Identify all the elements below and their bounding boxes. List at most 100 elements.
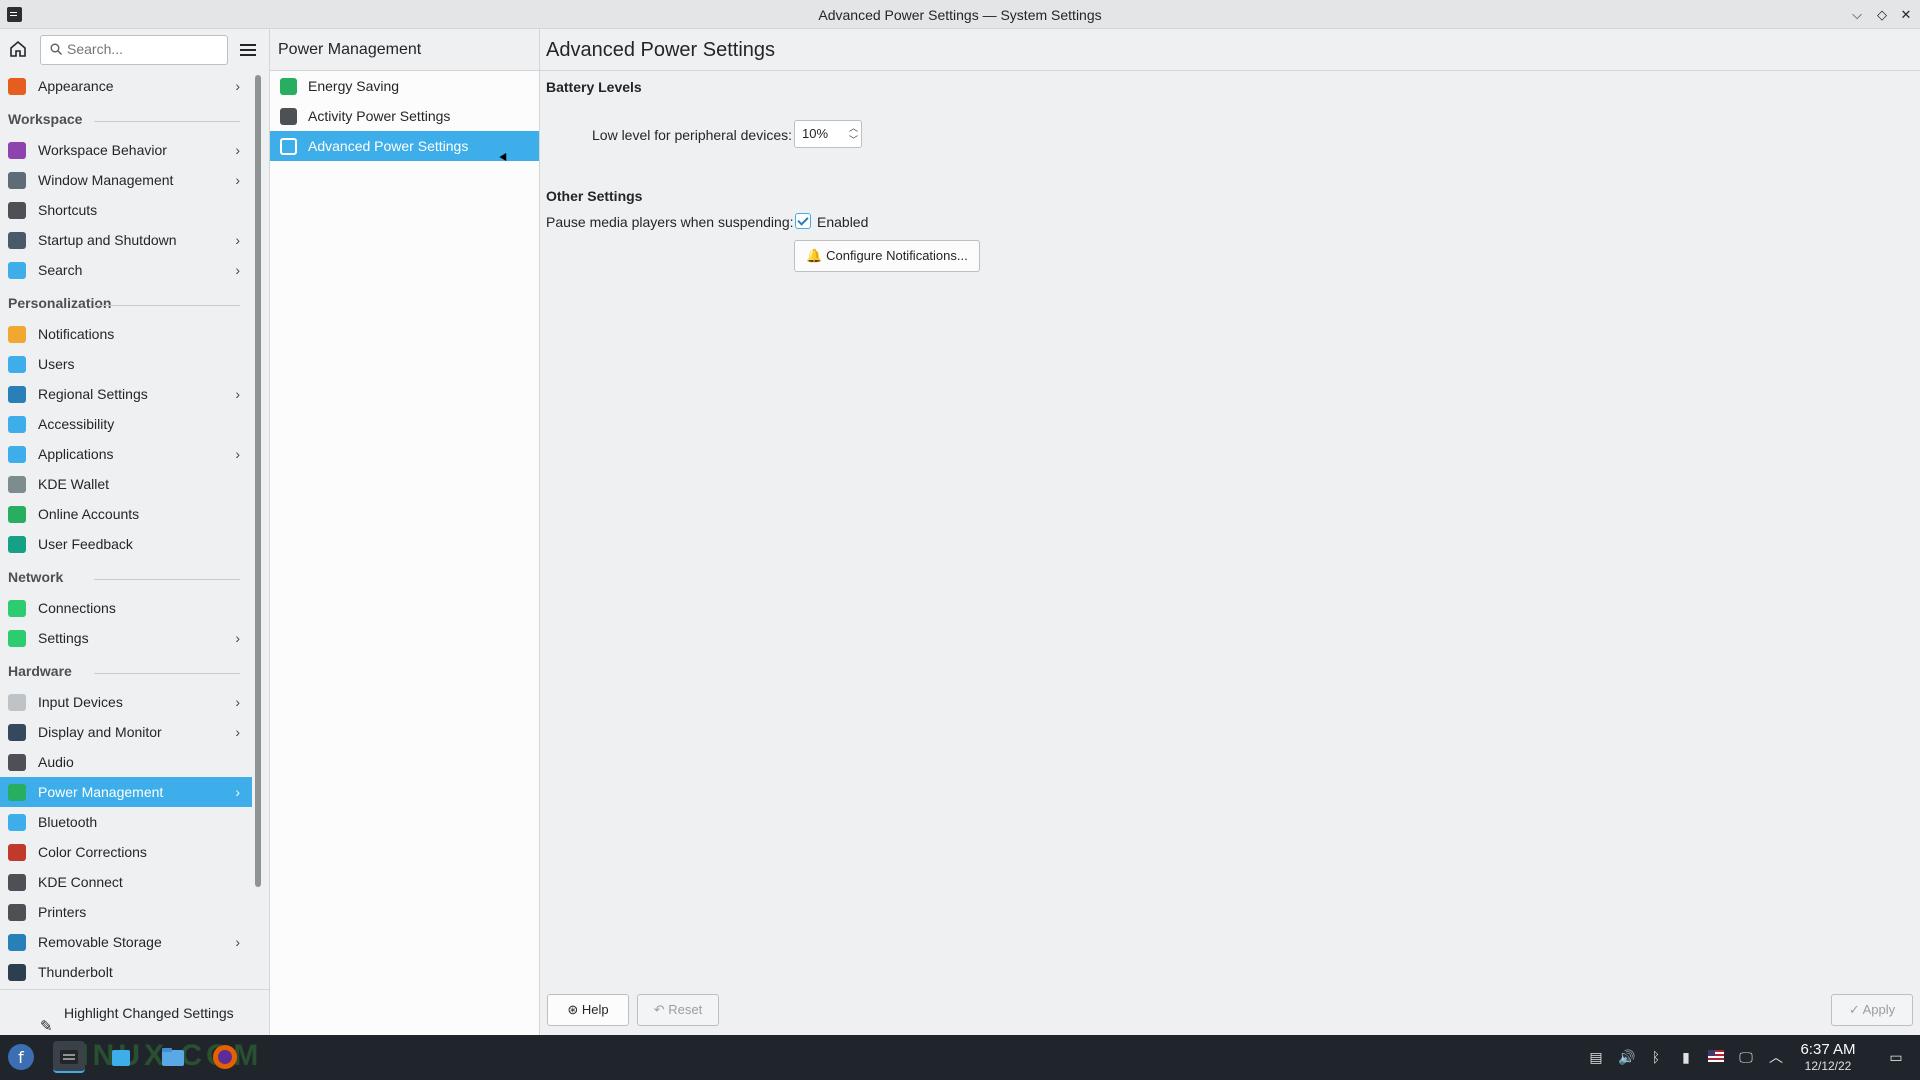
peripheral-low-level-spinbox[interactable]: 10% ︿ ﹀: [794, 120, 862, 148]
sidebar-scrollbar[interactable]: [255, 75, 261, 887]
file-manager-task[interactable]: [157, 1041, 189, 1073]
peripheral-low-level-label: Low level for peripheral devices:: [592, 127, 792, 143]
sidebar-item-label: Input Devices: [38, 694, 123, 710]
discover-task[interactable]: [105, 1041, 137, 1073]
keyboard-layout-flag-icon[interactable]: [1708, 1049, 1724, 1065]
sidebar-item-settings[interactable]: Settings ›: [0, 623, 252, 653]
sidebar-item-appearance[interactable]: Appearance ›: [0, 71, 252, 101]
clock-time[interactable]: 6:37 AM: [1790, 1041, 1866, 1058]
chevron-right-icon: ›: [235, 262, 240, 278]
highlight-changed-settings-button[interactable]: ✎ Highlight Changed Settings: [0, 989, 270, 1035]
monitor-icon: [8, 724, 26, 741]
sidebar-item-color-corrections[interactable]: Color Corrections: [0, 837, 252, 867]
apply-button[interactable]: ✓ Apply: [1831, 994, 1913, 1026]
applications-icon: [8, 446, 26, 463]
battery-levels-heading: Battery Levels: [546, 79, 642, 95]
sidebar-item-label: Bluetooth: [38, 814, 98, 830]
sidebar-item-window-management[interactable]: Window Management ›: [0, 165, 252, 195]
sidebar-item-label: Printers: [38, 904, 87, 920]
activity-icon: [280, 108, 297, 125]
other-settings-heading: Other Settings: [546, 188, 643, 204]
search-field[interactable]: [40, 35, 228, 65]
sidebar-item-printers[interactable]: Printers: [0, 897, 252, 927]
hamburger-menu-button[interactable]: [238, 41, 258, 59]
tray-expand-icon[interactable]: ︿: [1768, 1049, 1784, 1065]
subcategory-label: Energy Saving: [308, 78, 400, 94]
taskbar: f LINUX COM ▤ 🔊 ᛒ ▮ 🖵 ︿ 6:37 AM 12/12/22…: [0, 1035, 1920, 1080]
close-button[interactable]: ✕: [1895, 4, 1917, 26]
spin-arrows[interactable]: ︿ ﹀: [849, 122, 858, 146]
sidebar-item-input-devices[interactable]: Input Devices ›: [0, 687, 252, 717]
reset-button[interactable]: ↶ Reset: [637, 994, 719, 1026]
subcategory-pane: Power Management Energy Saving Activity P…: [270, 29, 540, 1035]
list-icon: [280, 138, 297, 155]
chevron-right-icon: ›: [235, 784, 240, 800]
subcategory-label: Activity Power Settings: [308, 108, 451, 124]
battery-icon[interactable]: ▮: [1678, 1049, 1694, 1065]
sidebar-item-label: Notifications: [38, 326, 115, 342]
sidebar-item-power-management[interactable]: Power Management ›: [0, 777, 252, 807]
clipboard-icon[interactable]: ▤: [1588, 1049, 1604, 1065]
sidebar-item-audio[interactable]: Audio: [0, 747, 252, 777]
pause-media-label: Pause media players when suspending:: [546, 214, 794, 230]
sidebar-item-label: Search: [38, 262, 83, 278]
settings-app-icon: [60, 1050, 78, 1064]
sidebar-item-connections[interactable]: Connections: [0, 593, 252, 623]
subcategory-list: Energy Saving Activity Power Settings Adva…: [270, 71, 539, 161]
spin-up-icon[interactable]: ︿: [849, 122, 858, 134]
subcategory-energy-saving[interactable]: Energy Saving: [270, 71, 539, 101]
minimize-button[interactable]: ⌵: [1846, 4, 1868, 26]
network-icon[interactable]: 🖵: [1738, 1049, 1754, 1065]
fedora-launcher-button[interactable]: f: [5, 1041, 37, 1073]
subcategory-activity-power-settings[interactable]: Activity Power Settings: [270, 101, 539, 131]
spin-down-icon[interactable]: ﹀: [849, 134, 858, 146]
sidebar-item-label: Regional Settings: [38, 386, 148, 402]
chevron-right-icon: ›: [235, 694, 240, 710]
highlight-changed-settings-label: Highlight Changed Settings: [64, 1005, 234, 1021]
configure-notifications-button[interactable]: 🔔 Configure Notifications...: [794, 240, 980, 272]
sidebar-item-workspace-behavior[interactable]: Workspace Behavior ›: [0, 135, 252, 165]
clock-date[interactable]: 12/12/22: [1790, 1059, 1866, 1073]
sidebar-item-label: Applications: [38, 446, 114, 462]
sidebar-item-display-and-monitor[interactable]: Display and Monitor ›: [0, 717, 252, 747]
sidebar-item-removable-storage[interactable]: Removable Storage ›: [0, 927, 252, 957]
volume-icon[interactable]: 🔊: [1618, 1049, 1635, 1065]
sidebar-item-search[interactable]: Search ›: [0, 255, 252, 285]
chevron-down-icon: ⌵: [1852, 7, 1862, 22]
sidebar-item-user-feedback[interactable]: User Feedback: [0, 529, 252, 559]
bluetooth-icon[interactable]: ᛒ: [1648, 1049, 1664, 1065]
system-settings-task[interactable]: [53, 1041, 85, 1073]
mouse-icon: [8, 694, 26, 711]
sidebar-item-label: Online Accounts: [38, 506, 140, 522]
firefox-task[interactable]: [209, 1041, 241, 1073]
maximize-button[interactable]: ◇: [1871, 4, 1893, 26]
page-title: Advanced Power Settings: [540, 29, 1920, 71]
chevron-right-icon: ›: [235, 934, 240, 950]
sidebar-item-kde-wallet[interactable]: KDE Wallet: [0, 469, 252, 499]
svg-text:f: f: [18, 1048, 24, 1067]
pause-media-enabled-label[interactable]: Enabled: [817, 214, 868, 230]
sidebar-item-users[interactable]: Users: [0, 349, 252, 379]
regional-icon: [8, 386, 26, 403]
help-button[interactable]: ⊛ Help: [547, 994, 629, 1026]
sidebar-item-bluetooth[interactable]: Bluetooth: [0, 807, 252, 837]
sidebar-item-online-accounts[interactable]: Online Accounts: [0, 499, 252, 529]
subcategory-title: Power Management: [270, 29, 539, 71]
sidebar-item-kde-connect[interactable]: KDE Connect: [0, 867, 252, 897]
sidebar-item-regional-settings[interactable]: Regional Settings ›: [0, 379, 252, 409]
sidebar-item-label: KDE Connect: [38, 874, 123, 890]
category-list: Appearance › Workspace Workspace Behavior › W…: [0, 71, 252, 1016]
help-icon: ⊛: [567, 1002, 579, 1017]
sidebar-item-applications[interactable]: Applications ›: [0, 439, 252, 469]
sidebar-item-shortcuts[interactable]: Shortcuts: [0, 195, 252, 225]
sidebar-item-notifications[interactable]: Notifications: [0, 319, 252, 349]
show-desktop-icon[interactable]: ▭: [1888, 1049, 1904, 1065]
wallet-icon: [8, 476, 26, 493]
sidebar-item-accessibility[interactable]: Accessibility: [0, 409, 252, 439]
sidebar-item-thunderbolt[interactable]: Thunderbolt: [0, 957, 252, 987]
search-input[interactable]: [67, 41, 217, 57]
pause-media-checkbox[interactable]: [795, 213, 811, 229]
energy-saving-icon: [280, 78, 297, 95]
sidebar-item-startup-and-shutdown[interactable]: Startup and Shutdown ›: [0, 225, 252, 255]
home-button[interactable]: [8, 39, 34, 65]
